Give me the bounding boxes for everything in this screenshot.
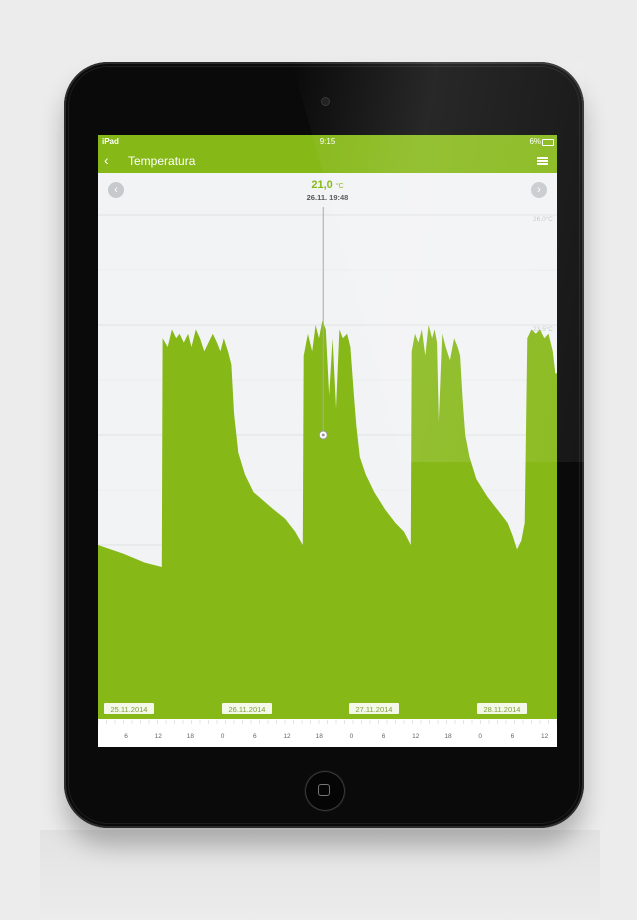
cursor-dot (321, 433, 325, 437)
x-tick-label: 0 (350, 733, 354, 740)
date-label: 26.11.2014 (229, 705, 266, 714)
x-tick-label: 6 (124, 733, 128, 740)
battery-icon (542, 139, 554, 146)
reading-datetime: 26.11. 19:48 (306, 193, 349, 202)
screen: iPad 9:15 6% ‹ Temperatura ‹ 21,0 °C 26.… (98, 135, 557, 747)
nav-bar: ‹ Temperatura (98, 149, 557, 173)
reading-value: 21,0 (311, 179, 333, 191)
x-tick-label: 0 (478, 733, 482, 740)
next-button[interactable]: › (531, 182, 547, 198)
x-tick-label: 12 (283, 733, 291, 740)
date-label: 27.11.2014 (356, 705, 393, 714)
status-battery-text: 6% (529, 137, 541, 146)
status-bar: iPad 9:15 6% (98, 135, 557, 149)
x-tick-label: 6 (253, 733, 257, 740)
chevron-left-icon[interactable]: ‹ (104, 152, 109, 168)
y-tick-label: 26,0°C (533, 215, 553, 223)
home-button[interactable] (305, 771, 345, 811)
x-tick-label: 18 (316, 733, 324, 740)
status-time: 9:15 (319, 137, 336, 146)
x-tick-label: 6 (382, 733, 386, 740)
reading-unit: °C (335, 183, 344, 190)
y-tick-label: 23,5°C (533, 325, 553, 333)
current-reading: 21,0 °C (98, 179, 557, 191)
temperature-chart[interactable]: 26,0°C23,5°C21,0°C18,5°C16,0°C25.11.2014… (98, 207, 557, 747)
date-label: 25.11.2014 (111, 705, 148, 714)
x-tick-label: 18 (444, 733, 452, 740)
date-label: 28.11.2014 (484, 705, 521, 714)
x-tick-label: 6 (511, 733, 515, 740)
x-tick-label: 12 (541, 733, 549, 740)
x-tick-label: 18 (187, 733, 195, 740)
home-square-icon (318, 784, 330, 796)
page-title: Temperatura (128, 154, 196, 168)
device-reflection (40, 830, 600, 920)
x-tick-label: 12 (155, 733, 163, 740)
x-tick-label: 12 (412, 733, 420, 740)
front-camera (322, 98, 329, 105)
list-icon[interactable] (537, 157, 548, 165)
reading-header: ‹ 21,0 °C 26.11. 19:48 › (98, 173, 557, 208)
x-tick-label: 0 (221, 733, 225, 740)
